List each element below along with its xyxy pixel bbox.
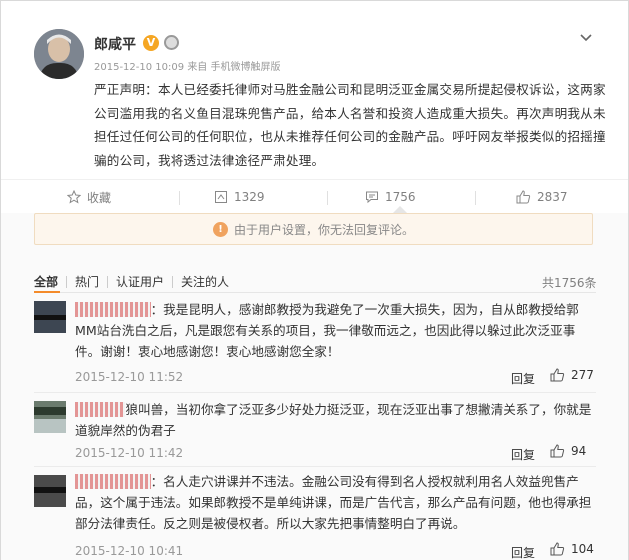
commenter-avatar[interactable]: [34, 475, 66, 507]
post-meta: 2015-12-10 10:09 来自 手机微博触屏版: [94, 58, 281, 73]
comment-like-button[interactable]: 94: [550, 444, 586, 458]
comment-item: 用户名称狼叫兽，当初你拿了泛亚多少好处力挺泛亚，现在泛亚出事了想撇清关系了，你就…: [34, 399, 596, 467]
avatar-portrait-icon: [34, 29, 84, 79]
comment-button[interactable]: 1756: [365, 180, 416, 214]
tab-all[interactable]: 全部: [34, 276, 68, 288]
action-bar: 收藏 1329 1756 2837: [1, 179, 628, 213]
thumbs-up-icon: [550, 542, 565, 556]
commenter-name[interactable]: 用户名称: [75, 402, 126, 417]
member-icon: [164, 35, 179, 50]
weibo-post-card: 郎咸平 V 2015-12-10 10:09 来自 手机微博触屏版 严正声明：本…: [0, 0, 629, 560]
commenter-avatar[interactable]: [34, 401, 66, 433]
tab-following[interactable]: 关注的人: [181, 276, 237, 288]
comment-like-button[interactable]: 104: [550, 542, 594, 556]
notice-text: 由于用户设置，你无法回复评论。: [234, 222, 415, 237]
divider: [327, 191, 328, 205]
comment-time: 2015-12-10 10:41: [75, 544, 184, 558]
comment-filter-tabs: 全部 热门 认证用户 关注的人: [34, 271, 596, 293]
comment-total: 共1756条: [542, 276, 597, 290]
active-tab-indicator: [34, 291, 60, 293]
repost-button[interactable]: 1329: [214, 180, 265, 214]
like-button[interactable]: 2837: [516, 180, 568, 214]
avatar-icon: [34, 301, 66, 333]
post-time[interactable]: 2015-12-10 10:09: [94, 62, 184, 73]
comment-divider: [34, 466, 596, 467]
comment-like-count: 104: [571, 542, 594, 556]
divider: [179, 191, 180, 205]
comment-time: 2015-12-10 11:52: [75, 370, 184, 384]
reply-button[interactable]: 回复: [511, 544, 535, 560]
comment-item: 用户名称名称：名人走穴讲课并不违法。金融公司没有得到名人授权就利用名人效益兜售产…: [34, 471, 596, 560]
verified-badge-icon: V: [143, 35, 159, 51]
comment-text: 用户名称名称：名人走穴讲课并不违法。金融公司没有得到名人授权就利用名人效益兜售产…: [75, 471, 595, 534]
avatar-icon: [34, 401, 66, 433]
comment-item: 用户名称名称：我是昆明人，感谢郎教授为我避免了一次重大损失，因为，自从郎教授给郭…: [34, 299, 596, 395]
post-content: 严正声明：本人已经委托律师对马胜金融公司和昆明泛亚金属交易所提起侵权诉讼，这两家…: [94, 82, 606, 168]
star-icon: [67, 190, 81, 204]
thumbs-up-icon: [550, 444, 565, 458]
tab-verified[interactable]: 认证用户: [116, 276, 174, 288]
like-count: 2837: [537, 190, 568, 204]
comment-text: 用户名称狼叫兽，当初你拿了泛亚多少好处力挺泛亚，现在泛亚出事了想撇清关系了，你就…: [75, 399, 595, 441]
comment-like-count: 277: [571, 368, 594, 382]
comment-body: ：名人走穴讲课并不违法。金融公司没有得到名人授权就利用名人效益兜售产品，这个属于…: [75, 474, 592, 531]
thumbs-up-icon: [516, 190, 531, 204]
commenter-name[interactable]: 用户名称名称: [75, 302, 151, 317]
favorite-label: 收藏: [87, 190, 112, 205]
reply-button[interactable]: 回复: [511, 446, 535, 463]
panel-caret: [393, 206, 407, 213]
comment-count: 1756: [385, 190, 416, 204]
comment-like-button[interactable]: 277: [550, 368, 594, 382]
source-prefix: 来自: [187, 62, 208, 73]
reply-button[interactable]: 回复: [511, 370, 535, 387]
tab-divider: [34, 292, 596, 293]
reply-notice: ! 由于用户设置，你无法回复评论。: [34, 213, 593, 245]
avatar-icon: [34, 475, 66, 507]
commenter-avatar[interactable]: [34, 301, 66, 333]
info-icon: !: [213, 221, 228, 237]
author-avatar[interactable]: [34, 29, 84, 79]
tab-hot[interactable]: 热门: [75, 276, 109, 288]
comment-icon: [366, 191, 378, 204]
divider: [475, 191, 476, 205]
comment-divider: [34, 392, 596, 393]
comment-body: 狼叫兽，当初你拿了泛亚多少好处力挺泛亚，现在泛亚出事了想撇清关系了，你就是道貌岸…: [75, 402, 592, 438]
comment-time: 2015-12-10 11:42: [75, 446, 184, 460]
favorite-button[interactable]: 收藏: [67, 180, 111, 214]
repost-count: 1329: [234, 190, 265, 204]
commenter-name[interactable]: 用户名称名称: [75, 474, 151, 489]
comment-text: 用户名称名称：我是昆明人，感谢郎教授为我避免了一次重大损失，因为，自从郎教授给郭…: [75, 299, 595, 362]
chevron-down-icon[interactable]: [579, 31, 593, 45]
thumbs-up-icon: [550, 368, 565, 382]
comment-like-count: 94: [571, 444, 587, 458]
repost-icon: [215, 191, 227, 203]
post-source[interactable]: 手机微博触屏版: [211, 62, 281, 73]
author-name[interactable]: 郎咸平: [94, 34, 136, 54]
